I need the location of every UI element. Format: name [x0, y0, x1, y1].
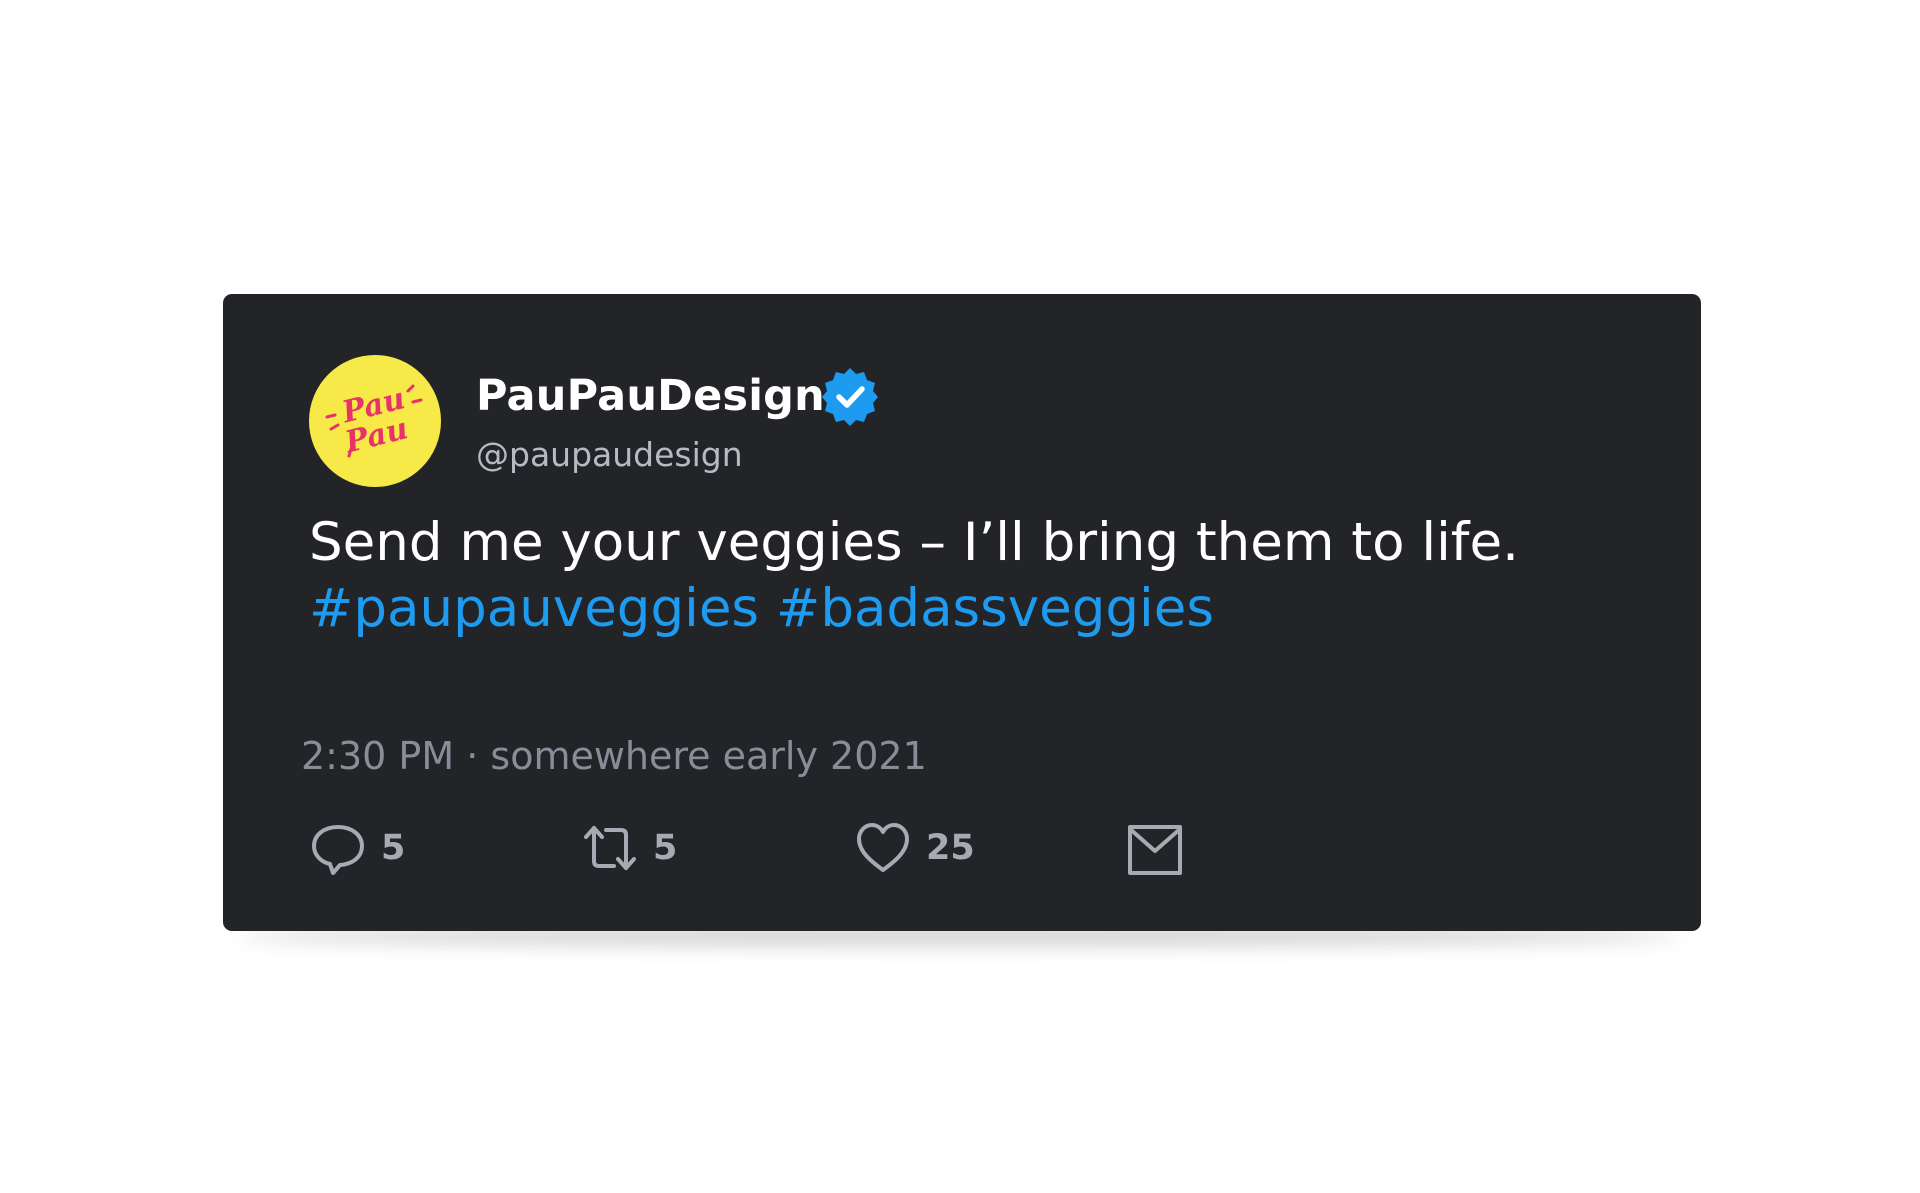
reply-icon [312, 825, 364, 875]
reply-count: 5 [381, 828, 406, 868]
retweet-button[interactable]: 5 [581, 818, 677, 878]
verified-badge-icon [820, 367, 880, 427]
display-name[interactable]: PauPauDesign [476, 371, 825, 421]
like-count: 25 [926, 828, 975, 868]
reply-button[interactable]: 5 [309, 818, 405, 878]
retweet-icon [584, 826, 636, 870]
tweet-timestamp[interactable]: 2:30 PM · somewhere early 2021 [301, 734, 927, 778]
envelope-icon [1128, 825, 1182, 875]
user-handle[interactable]: @paupaudesign [476, 435, 743, 474]
hashtag-link[interactable]: #paupauveggies [309, 578, 759, 639]
avatar[interactable]: Pau Pau [309, 355, 441, 487]
retweet-count: 5 [653, 828, 678, 868]
hashtag-link[interactable]: #badassveggies [776, 578, 1214, 639]
tweet-text: Send me your veggies – I’ll bring them t… [309, 510, 1609, 642]
tweet-body: Send me your veggies – I’ll bring them t… [309, 512, 1519, 573]
tweet-date: somewhere early 2021 [490, 734, 927, 778]
share-button[interactable] [1126, 818, 1184, 878]
tweet-card[interactable]: Pau Pau PauPauDesign @paupaudesign Send … [223, 294, 1701, 931]
like-button[interactable]: 25 [854, 818, 975, 878]
heart-icon [857, 823, 909, 872]
meta-separator: · [466, 734, 479, 778]
tweet-time: 2:30 PM [301, 734, 455, 778]
paupau-logo: Pau Pau [325, 381, 423, 461]
